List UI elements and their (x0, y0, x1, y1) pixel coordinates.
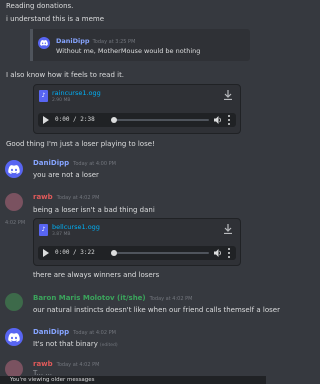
timestamp: Today at 4:00 PM (73, 161, 116, 167)
reply-embed[interactable]: DaniDipp Today at 3:25 PM Without me, Mot… (30, 29, 250, 61)
message-header: DaniDipp Today at 4:02 PM (33, 328, 116, 336)
attachment-filesize: 3.87 MB (52, 232, 71, 237)
more-options-icon[interactable] (227, 115, 230, 125)
play-icon[interactable] (43, 116, 49, 124)
audio-player: 0:00 / 2:38 (38, 113, 236, 127)
message-text: there are always winners and losers (33, 271, 160, 279)
download-icon[interactable] (224, 90, 232, 100)
timestamp: Today at 4:02 PM (73, 330, 116, 336)
audio-time: 0:00 / 2:38 (55, 116, 95, 123)
message-header: rawb Today at 4:02 PM (33, 193, 99, 201)
attachment-filesize: 2.90 MB (52, 98, 71, 103)
volume-icon[interactable] (214, 116, 222, 124)
play-icon[interactable] (43, 249, 49, 257)
download-icon[interactable] (224, 224, 232, 234)
message-text: It's not that binary (edited) (33, 340, 118, 348)
hover-timestamp: 4:02 PM (5, 220, 26, 226)
message-header: DaniDipp Today at 4:00 PM (33, 159, 116, 167)
message-text: i understand this is a meme (6, 15, 105, 23)
username[interactable]: DaniDipp (33, 328, 69, 336)
message-header: rawb Today at 4:02 PM (33, 360, 99, 368)
edited-tag: (edited) (99, 343, 118, 348)
reply-text: Without me, MotherMouse would be nothing (56, 47, 201, 55)
audio-player: 0:00 / 3:22 (38, 246, 236, 260)
volume-icon[interactable] (214, 249, 222, 257)
username[interactable]: rawb (33, 193, 53, 201)
timestamp: Today at 4:02 PM (56, 362, 100, 368)
audio-attachment: ♪ bellcurse1.ogg 3.87 MB 0:00 / 3:22 (33, 218, 241, 266)
avatar[interactable] (5, 328, 23, 346)
audio-seek-bar[interactable] (111, 117, 209, 123)
seek-knob[interactable] (111, 250, 117, 256)
username[interactable]: Baron Maris Molotov (it/she) (33, 294, 146, 302)
more-options-icon[interactable] (227, 248, 230, 258)
audio-file-icon: ♪ (39, 90, 48, 102)
timestamp: Today at 4:02 PM (149, 296, 193, 302)
discord-logo-icon (38, 37, 50, 49)
discord-logo-icon (8, 164, 20, 174)
avatar[interactable] (5, 193, 23, 211)
attachment-filename[interactable]: bellcurse1.ogg (52, 223, 100, 231)
username[interactable]: DaniDipp (33, 159, 69, 167)
message-text: being a loser isn't a bad thing dani (33, 206, 155, 214)
timestamp: Today at 4:02 PM (56, 195, 100, 201)
older-messages-banner[interactable]: You're viewing older messages (0, 376, 266, 384)
seek-knob[interactable] (111, 117, 117, 123)
audio-time: 0:00 / 3:22 (55, 249, 95, 256)
audio-seek-bar[interactable] (111, 250, 209, 256)
reply-timestamp: Today at 3:25 PM (92, 39, 136, 45)
attachment-filename[interactable]: raincurse1.ogg (52, 89, 101, 97)
avatar[interactable] (5, 293, 23, 311)
message-header: Baron Maris Molotov (it/she) Today at 4:0… (33, 294, 192, 302)
message-text: Good thing I'm just a loser playing to l… (6, 140, 155, 148)
message-text: I also know how it feels to read it. (6, 71, 125, 79)
message-text: Reading donations. (6, 2, 74, 10)
discord-logo-icon (8, 332, 20, 342)
audio-file-icon: ♪ (39, 224, 48, 236)
chat-area: Reading donations. i understand this is … (0, 0, 280, 384)
message-text: you are not a loser (33, 171, 99, 179)
reply-username[interactable]: DaniDipp Today at 3:25 PM (56, 37, 135, 45)
avatar[interactable] (5, 160, 23, 178)
message-text: our natural instincts doesn't like when … (33, 306, 280, 314)
audio-attachment: ♪ raincurse1.ogg 2.90 MB 0:00 / 2:38 (33, 84, 241, 134)
username[interactable]: rawb (33, 360, 53, 368)
